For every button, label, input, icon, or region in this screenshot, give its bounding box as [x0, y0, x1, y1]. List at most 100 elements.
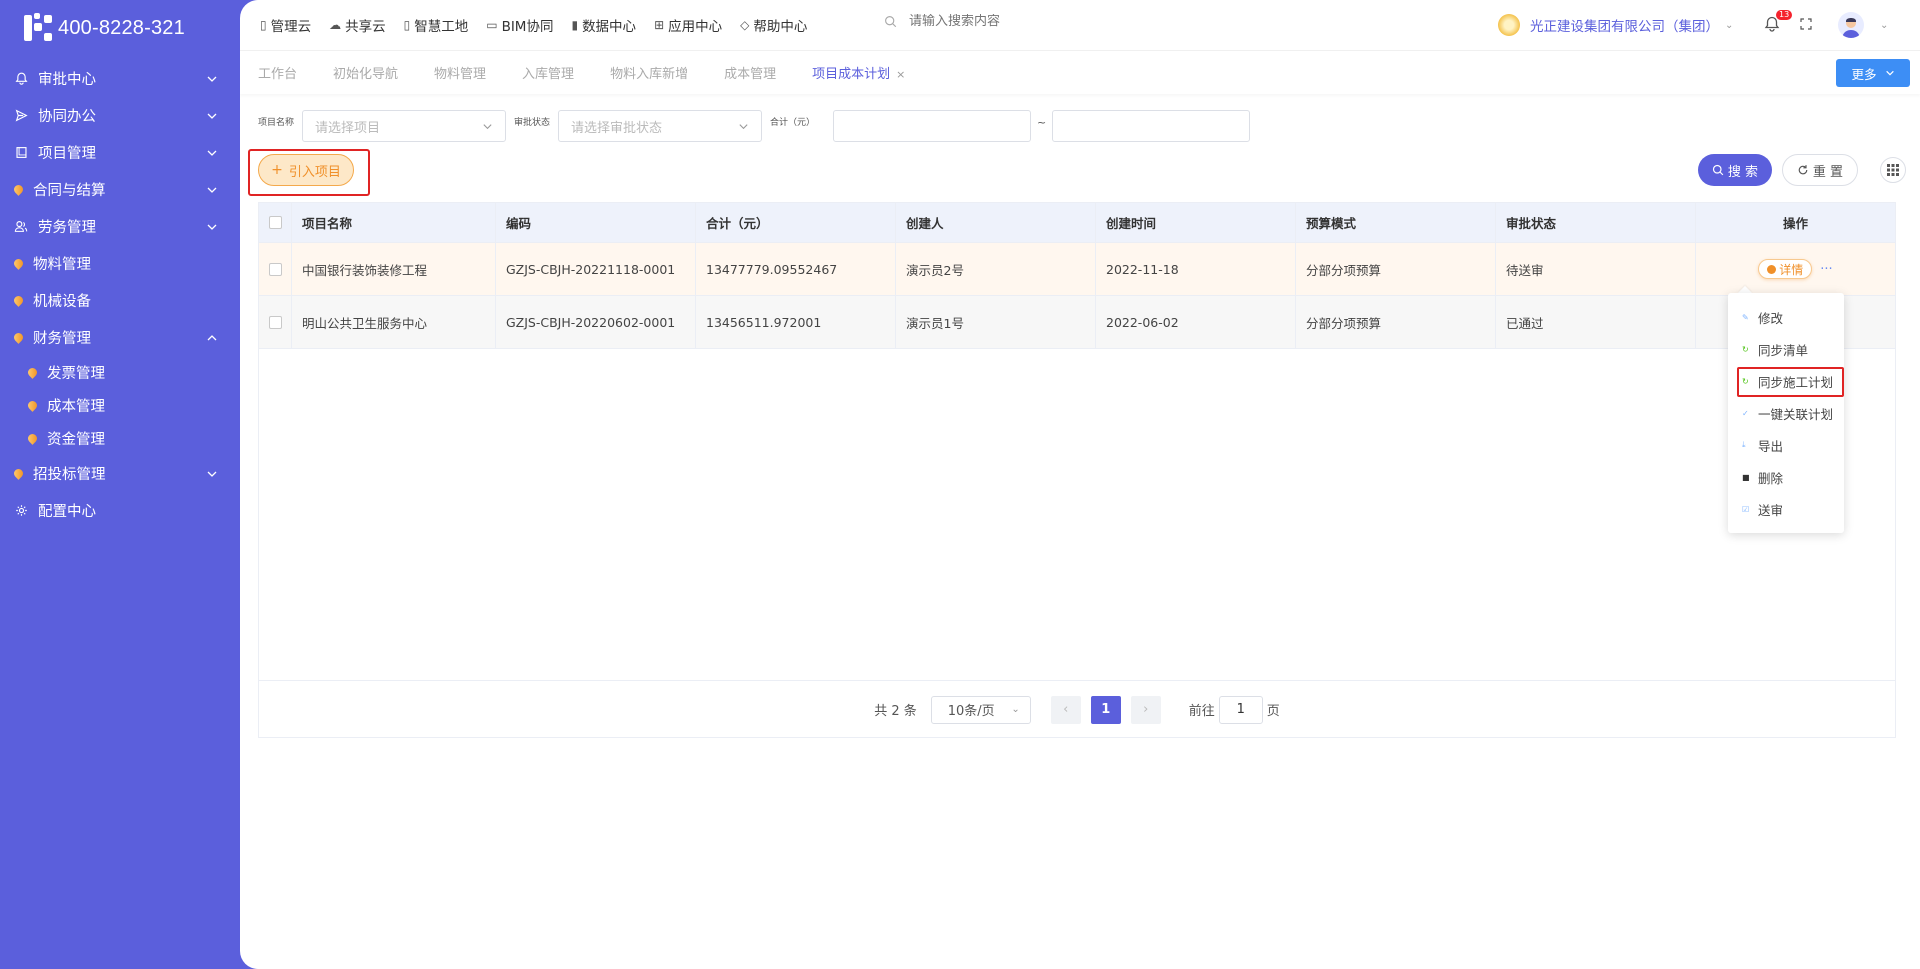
- trash-icon: ■: [1742, 472, 1750, 482]
- chevron-down-icon: ⌄: [1011, 704, 1020, 715]
- page-number-current[interactable]: 1: [1090, 695, 1121, 724]
- table-row[interactable]: 中国银行装饰装修工程 GZJS-CBJH-20221118-0001 13477…: [259, 243, 1895, 296]
- range-separator: ~: [1037, 115, 1047, 129]
- sidebar-subitem-cost[interactable]: 成本管理: [0, 389, 240, 422]
- topnav-label: 管理云: [270, 19, 312, 35]
- sidebar-item-label: 项目管理: [38, 146, 96, 162]
- row-checkbox-cell: [259, 296, 292, 348]
- pagination: 共 2 条 10条/页 ⌄ ‹ 1 › 前往 页: [258, 680, 1896, 738]
- total-min-input[interactable]: [833, 110, 1032, 142]
- goto-page-input[interactable]: [1218, 695, 1263, 724]
- project-select-placeholder: 请选择项目: [315, 120, 381, 136]
- sidebar-subitem-label: 资金管理: [47, 432, 105, 448]
- logo[interactable]: 400-8228-321: [0, 0, 240, 56]
- prev-page-button[interactable]: ‹: [1050, 695, 1081, 724]
- logo-icon: [24, 13, 54, 43]
- column-header[interactable]: 创建时间: [1096, 203, 1296, 242]
- more-button[interactable]: 更多: [1836, 59, 1910, 87]
- topnav-share-cloud[interactable]: ☁ 共享云: [329, 15, 386, 35]
- column-header[interactable]: 审批状态: [1496, 203, 1696, 242]
- topnav-manage-cloud[interactable]: ▯ 管理云: [260, 15, 311, 35]
- menu-item-submit[interactable]: ☑ 送审: [1728, 493, 1844, 525]
- column-header[interactable]: 编码: [496, 203, 696, 242]
- sidebar-item-approval[interactable]: 审批中心: [0, 60, 240, 97]
- sidebar-item-bidding[interactable]: 招投标管理: [0, 455, 240, 492]
- row-more-icon[interactable]: ···: [1820, 262, 1832, 277]
- company-name: 光正建设集团有限公司（集团）: [1530, 19, 1719, 35]
- sidebar-item-label: 配置中心: [38, 504, 96, 520]
- next-page-button[interactable]: ›: [1130, 695, 1161, 724]
- tab-project-cost-plan[interactable]: 项目成本计划 ×: [812, 63, 905, 82]
- menu-item-link-plan[interactable]: ✓ 一键关联计划: [1728, 397, 1844, 429]
- menu-item-edit[interactable]: ✎ 修改: [1728, 301, 1844, 333]
- chevron-down-icon: [207, 113, 217, 119]
- filter-label-total: 合计（元）: [770, 117, 816, 128]
- total-max-input[interactable]: [1052, 110, 1251, 142]
- status-select-placeholder: 请选择审批状态: [571, 120, 663, 136]
- goto-page: 前往 页: [1189, 695, 1280, 724]
- column-header[interactable]: 创建人: [896, 203, 1096, 242]
- detail-button[interactable]: 详情: [1758, 259, 1813, 279]
- status-select[interactable]: 请选择审批状态: [558, 110, 763, 142]
- topnav-app-center[interactable]: ⊞ 应用中心: [654, 15, 722, 35]
- sync-icon: ↻: [1742, 344, 1749, 354]
- sidebar-item-finance[interactable]: 财务管理: [0, 319, 240, 356]
- tab-workbench[interactable]: 工作台: [258, 63, 297, 82]
- sidebar-item-contract[interactable]: 合同与结算: [0, 171, 240, 208]
- topnav-label: 智慧工地: [414, 19, 469, 35]
- topnav-smart-site[interactable]: ▯ 智慧工地: [404, 15, 469, 35]
- filter-label-project: 项目名称: [258, 117, 295, 128]
- tab-material[interactable]: 物料管理: [434, 63, 486, 82]
- brand-phone: 400-8228-321: [58, 16, 185, 39]
- sidebar-item-config[interactable]: 配置中心: [0, 492, 240, 529]
- row-checkbox-cell: [259, 243, 292, 295]
- column-header[interactable]: 合计（元）: [696, 203, 896, 242]
- topnav-data-center[interactable]: ▮ 数据中心: [571, 15, 636, 35]
- menu-item-export[interactable]: ⤓ 导出: [1728, 429, 1844, 461]
- send-icon: [14, 109, 28, 123]
- pagination-total: 共 2 条: [874, 704, 917, 719]
- sidebar-item-collab[interactable]: 协同办公: [0, 97, 240, 134]
- row-checkbox[interactable]: [269, 315, 282, 329]
- filter-label-status: 审批状态: [514, 117, 551, 128]
- avatar[interactable]: [1838, 12, 1864, 38]
- sidebar-subitem-funds[interactable]: 资金管理: [0, 422, 240, 455]
- reset-button[interactable]: 重 置: [1782, 154, 1858, 186]
- tab-material-inbound-add[interactable]: 物料入库新增: [610, 63, 688, 82]
- cell-code: GZJS-CBJH-20221118-0001: [496, 243, 696, 295]
- gem-dot-icon: [12, 183, 25, 196]
- sidebar-item-project[interactable]: 项目管理: [0, 134, 240, 171]
- search-input[interactable]: [909, 14, 1059, 29]
- tab-inbound[interactable]: 入库管理: [522, 63, 574, 82]
- goto-suffix: 页: [1266, 704, 1280, 719]
- tab-init-nav[interactable]: 初始化导航: [333, 63, 398, 82]
- select-all-checkbox[interactable]: [269, 216, 282, 229]
- sidebar-item-material[interactable]: 物料管理: [0, 245, 240, 282]
- sidebar-subitem-invoice[interactable]: 发票管理: [0, 356, 240, 389]
- cell-status: 已通过: [1496, 296, 1696, 348]
- project-select[interactable]: 请选择项目: [302, 110, 507, 142]
- chevron-down-icon: [207, 471, 217, 477]
- column-settings-button[interactable]: [1880, 157, 1906, 183]
- close-icon[interactable]: ×: [896, 68, 905, 81]
- column-header[interactable]: 预算模式: [1296, 203, 1496, 242]
- page-size-select[interactable]: 10条/页 ⌄: [930, 695, 1031, 724]
- table-row[interactable]: 明山公共卫生服务中心 GZJS-CBJH-20220602-0001 13456…: [259, 296, 1895, 349]
- menu-item-delete[interactable]: ■ 删除: [1728, 461, 1844, 493]
- topnav-bim[interactable]: ▭ BIM协同: [486, 15, 553, 35]
- column-header[interactable]: 项目名称: [292, 203, 496, 242]
- search-button[interactable]: 搜 索: [1698, 154, 1772, 186]
- topnav-help-center[interactable]: ◇ 帮助中心: [740, 15, 807, 35]
- sidebar-item-label: 机械设备: [33, 294, 91, 310]
- row-checkbox[interactable]: [269, 262, 282, 276]
- sidebar-item-machinery[interactable]: 机械设备: [0, 282, 240, 319]
- fullscreen-icon[interactable]: [1800, 18, 1812, 30]
- sidebar-item-labor[interactable]: 劳务管理: [0, 208, 240, 245]
- company-switcher[interactable]: 光正建设集团有限公司（集团） ⌄: [1498, 14, 1733, 36]
- gem-dot-icon: [26, 366, 39, 379]
- menu-item-sync-list[interactable]: ↻ 同步清单: [1728, 333, 1844, 365]
- cell-actions: 详情 ···: [1696, 243, 1895, 295]
- tab-cost[interactable]: 成本管理: [724, 63, 776, 82]
- cell-created: 2022-11-18: [1096, 243, 1296, 295]
- submit-icon: ☑: [1742, 504, 1750, 514]
